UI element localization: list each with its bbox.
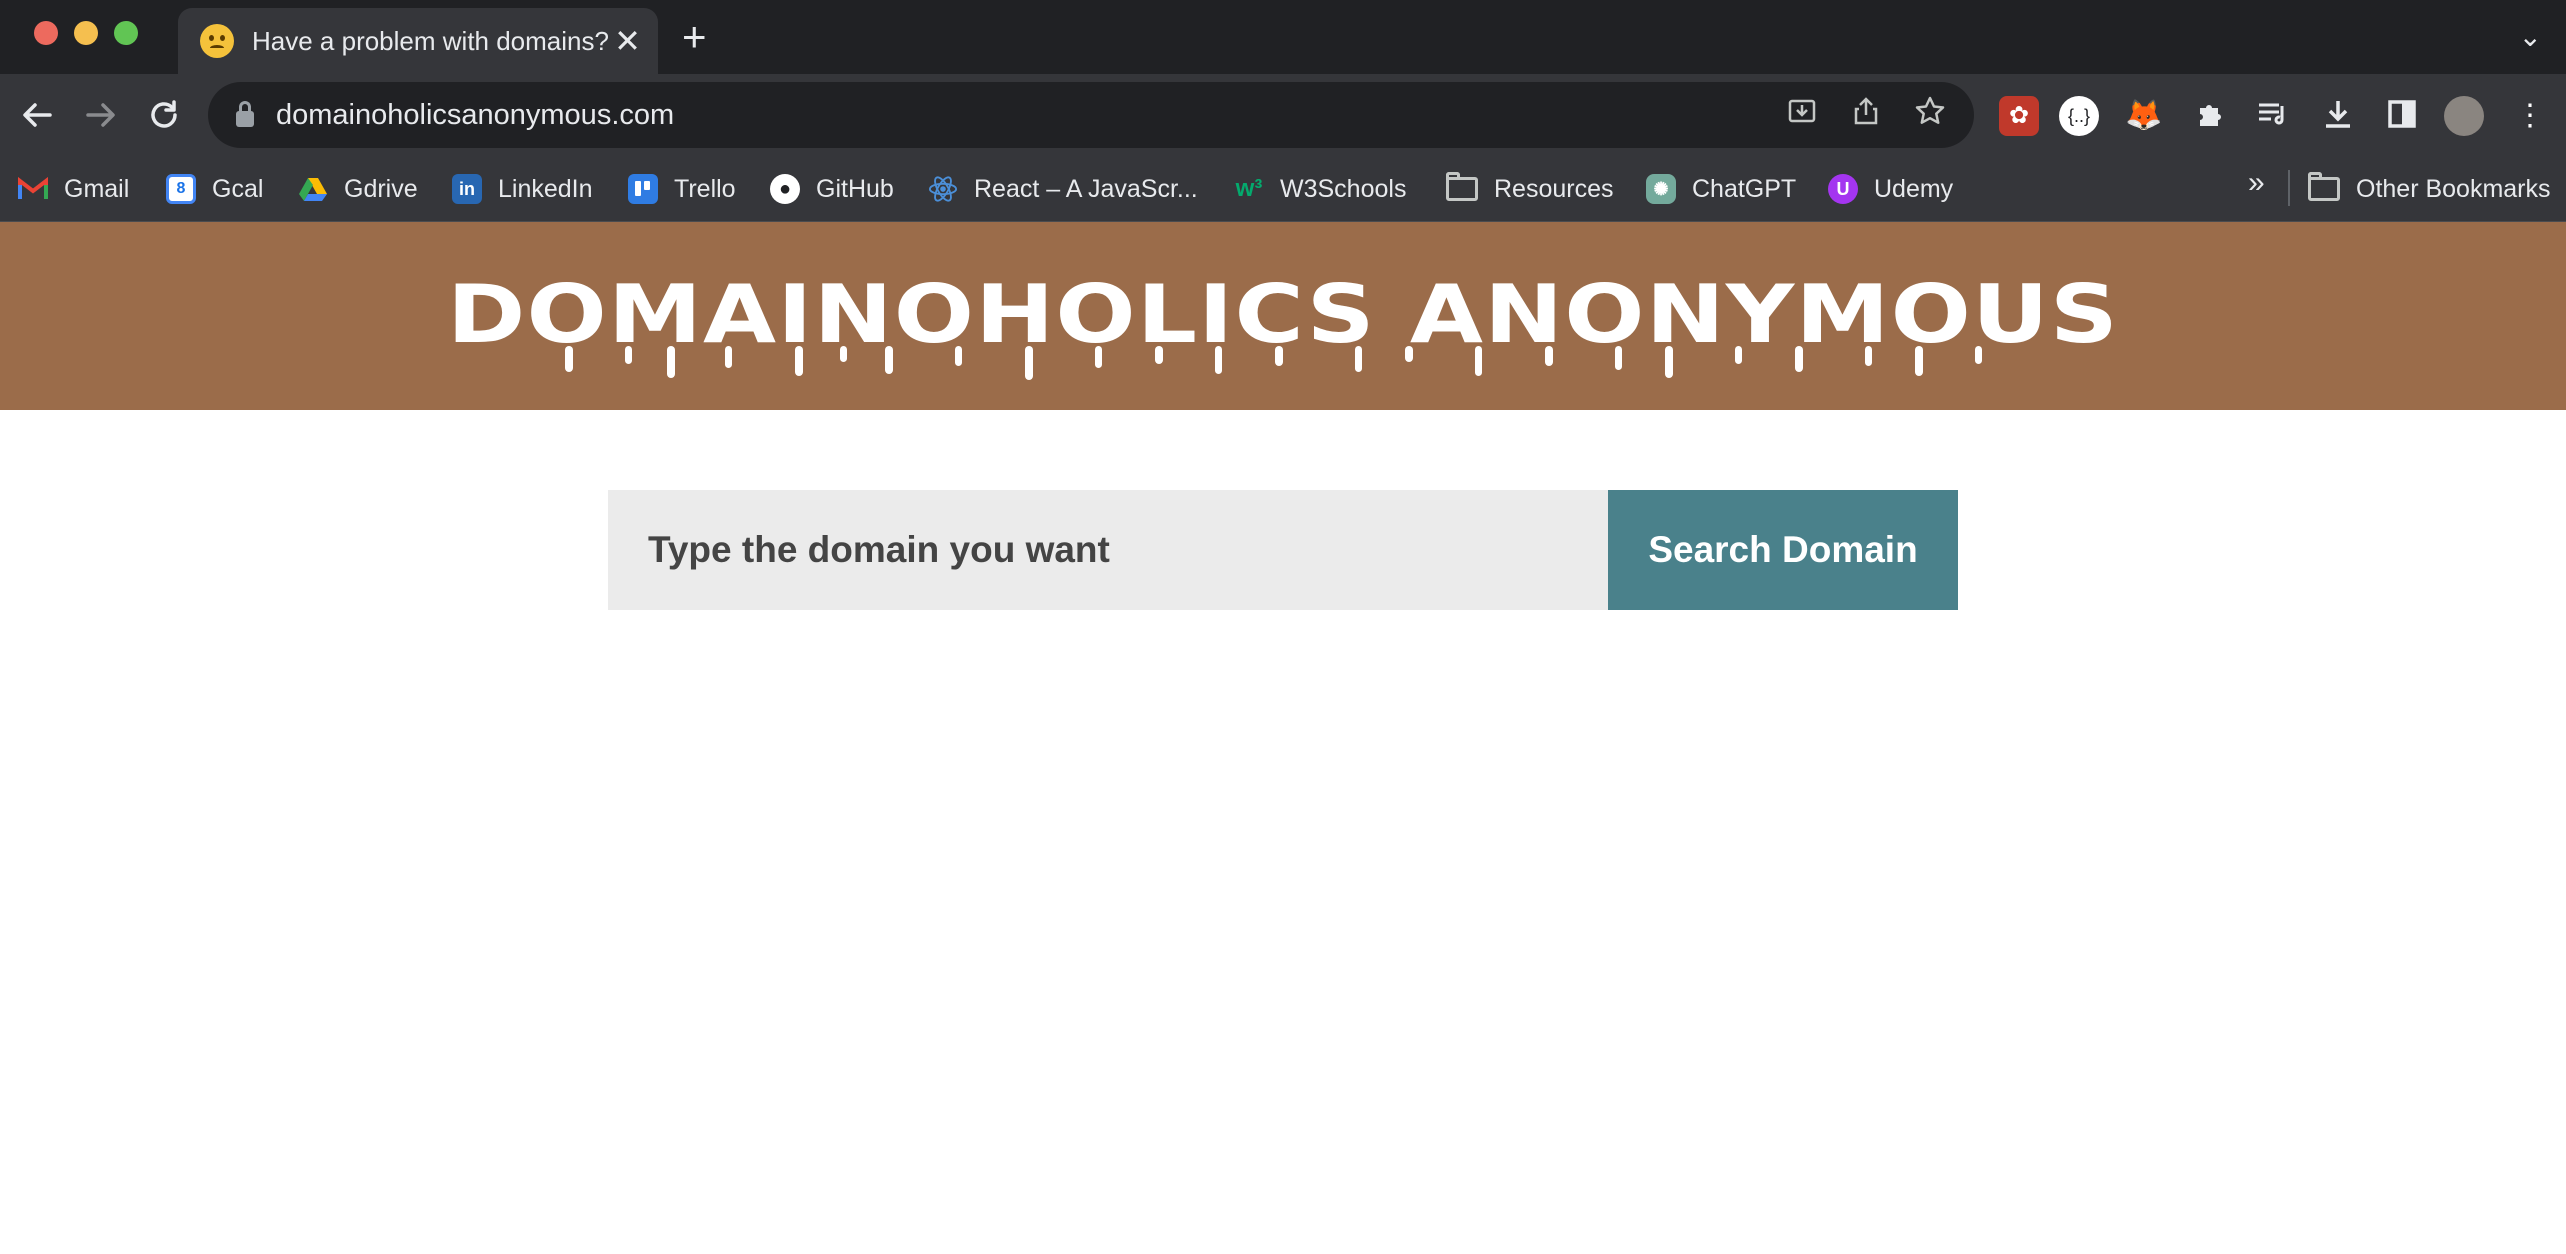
reload-icon[interactable]: [143, 94, 185, 136]
more-bookmarks-chevron-icon[interactable]: »: [2248, 166, 2265, 200]
share-icon[interactable]: [1846, 95, 1886, 135]
w3schools-icon: w³: [1235, 175, 1263, 202]
site-header: DOMAINOHOLICS ANONYMOUS: [0, 222, 2566, 410]
lock-icon[interactable]: [236, 101, 254, 127]
profile-avatar[interactable]: [2444, 96, 2484, 136]
linkedin-icon: in: [452, 174, 482, 204]
folder-icon: [2308, 172, 2340, 201]
bookmarks-bar: Gmail 8 Gcal Gdrive in LinkedIn Trello ●…: [0, 156, 2566, 222]
side-panel-icon[interactable]: [2382, 96, 2422, 136]
reading-list-icon[interactable]: [2252, 96, 2292, 136]
other-bookmarks[interactable]: Other Bookmarks: [2308, 170, 2551, 208]
bookmark-chatgpt[interactable]: ✺ ChatGPT: [1646, 170, 1796, 208]
minimize-window-button[interactable]: [74, 21, 98, 45]
more-menu-icon[interactable]: ⋮: [2510, 96, 2550, 136]
maximize-window-button[interactable]: [114, 21, 138, 45]
domain-search-input[interactable]: [608, 490, 1608, 610]
bookmark-gcal[interactable]: 8 Gcal: [166, 170, 263, 208]
bookmark-trello[interactable]: Trello: [628, 170, 736, 208]
bookmark-folder-resources[interactable]: Resources: [1446, 170, 1614, 208]
drip-decoration: [565, 346, 1982, 380]
chevron-down-icon[interactable]: ⌄: [2519, 20, 2542, 53]
worried-face-icon: [200, 24, 234, 58]
bookmark-react[interactable]: React – A JavaScr...: [928, 170, 1198, 208]
bookmark-linkedin[interactable]: in LinkedIn: [452, 170, 593, 208]
puzzle-icon[interactable]: [2190, 96, 2230, 136]
extension-red-icon[interactable]: ✿: [1999, 96, 2039, 136]
url-text[interactable]: domainoholicsanonymous.com: [276, 99, 1782, 132]
tab-title: Have a problem with domains?: [252, 25, 609, 56]
install-app-icon[interactable]: [1782, 95, 1822, 135]
close-window-button[interactable]: [34, 21, 58, 45]
bookmark-gdrive[interactable]: Gdrive: [298, 170, 418, 208]
address-bar[interactable]: domainoholicsanonymous.com: [208, 82, 1974, 148]
forward-arrow-icon[interactable]: [80, 94, 122, 136]
bookmark-star-icon[interactable]: [1910, 95, 1950, 135]
bookmark-gmail[interactable]: Gmail: [18, 170, 129, 208]
back-arrow-icon[interactable]: [16, 94, 58, 136]
react-icon: [928, 174, 958, 204]
udemy-icon: U: [1828, 174, 1858, 204]
drive-icon: [298, 174, 328, 204]
tab-bar: Have a problem with domains? ✕ + ⌄: [0, 0, 2566, 74]
close-tab-icon[interactable]: ✕: [609, 22, 646, 60]
bookmark-udemy[interactable]: U Udemy: [1828, 170, 1953, 208]
calendar-icon: 8: [166, 174, 196, 204]
bookmarks-divider: [2288, 170, 2290, 206]
browser-toolbar: domainoholicsanonymous.com ✿ {..} 🦊 ⋮: [0, 74, 2566, 156]
metamask-fox-icon[interactable]: 🦊: [2124, 96, 2164, 136]
extension-json-icon[interactable]: {..}: [2059, 96, 2099, 136]
download-icon[interactable]: [2318, 96, 2358, 136]
new-tab-icon[interactable]: +: [682, 14, 707, 60]
chatgpt-icon: ✺: [1646, 174, 1676, 204]
github-icon: ●: [770, 174, 800, 204]
folder-icon: [1446, 172, 1478, 201]
bookmark-github[interactable]: ● GitHub: [770, 170, 894, 208]
search-domain-button[interactable]: Search Domain: [1608, 490, 1958, 610]
bookmark-w3schools[interactable]: w³ W3Schools: [1234, 170, 1407, 208]
trello-icon: [628, 174, 658, 204]
active-tab[interactable]: Have a problem with domains? ✕: [178, 8, 658, 74]
gmail-icon: [18, 174, 48, 204]
